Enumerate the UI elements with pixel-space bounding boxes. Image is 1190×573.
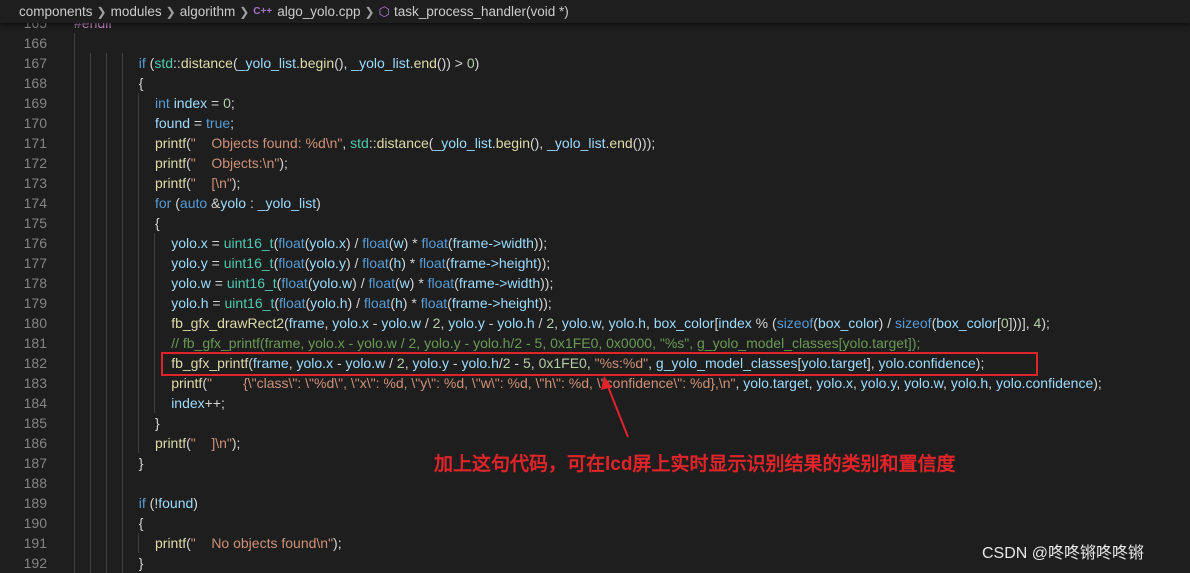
chevron-right-icon: ❯ xyxy=(165,4,176,19)
annotation-text: 加上这句代码，可在lcd屏上实时显示识别结果的类别和置信度 xyxy=(434,454,956,475)
chevron-right-icon: ❯ xyxy=(96,4,107,19)
method-cube-icon: ⬡ xyxy=(378,3,390,19)
arrow-head xyxy=(601,376,612,390)
chevron-right-icon: ❯ xyxy=(239,4,250,19)
breadcrumb-file[interactable]: algo_yolo.cpp xyxy=(277,4,360,19)
breadcrumb: components ❯ modules ❯ algorithm ❯ C++ a… xyxy=(0,0,1190,23)
breadcrumb-item-algorithm[interactable]: algorithm xyxy=(180,4,236,19)
arrow-shaft xyxy=(606,383,629,438)
annotation-arrow xyxy=(601,376,629,438)
breadcrumb-symbol[interactable]: task_process_handler(void *) xyxy=(394,4,569,19)
breadcrumb-item-components[interactable]: components xyxy=(19,4,93,19)
cpp-file-icon: C++ xyxy=(253,6,273,17)
watermark: CSDN @咚咚锵咚咚锵 xyxy=(982,545,1145,562)
chevron-right-icon: ❯ xyxy=(364,4,375,19)
breadcrumb-item-modules[interactable]: modules xyxy=(111,4,162,19)
